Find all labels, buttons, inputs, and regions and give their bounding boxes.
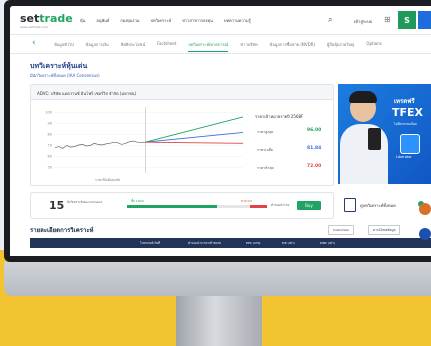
sub-nav-item[interactable]: ข้อมูลการเงิน [86, 41, 109, 52]
y-tick-label: 90 [48, 122, 52, 126]
top-nav-item[interactable]: กองทุนรวม [120, 17, 139, 24]
top-nav-item[interactable]: ข่าวสารการลงทุน [182, 17, 213, 24]
column-header[interactable]: P/BV (เท่า) [320, 241, 335, 246]
site-header: settrade www.settrade.com หุ้น อนุพันธ์ … [10, 6, 431, 35]
target-low-value: 72.00 [307, 164, 322, 169]
target-avg-label: ราคาเฉลี่ย [257, 148, 273, 152]
help-icon[interactable] [419, 228, 431, 240]
chat-bot-icon[interactable] [419, 203, 431, 215]
column-header[interactable]: EPS (บาท) [246, 241, 260, 246]
buy-segment [127, 205, 217, 208]
analysis-table-header: โบรกเกอร์/วันที่ คำแนะนำ/ราคาเป้าหมาย EP… [30, 238, 431, 248]
recommendation-bar [127, 205, 267, 208]
analyst-count: 15 [49, 199, 65, 212]
analyst-summary: 15 นักวิเคราะห์ Recommend ซื้อ 100% ขาย … [30, 192, 334, 219]
settrade-logo[interactable]: settrade [20, 12, 73, 25]
logo-subtext: www.settrade.com [20, 25, 48, 29]
page-subtitle[interactable]: มีนักวิเคราะห์ทั้งหมด (IAA Consensus) [30, 72, 100, 79]
chevron-left-icon[interactable]: ‹ [32, 38, 36, 48]
top-nav-item[interactable]: หุ้น [80, 17, 85, 24]
projection-line [145, 116, 244, 143]
y-tick-label: 80 [48, 133, 52, 137]
projection-line [145, 132, 244, 143]
column-header[interactable]: โบรกเกอร์/วันที่ [140, 241, 160, 246]
sub-nav-item[interactable]: ข้อมูลการซื้อขาย (NVDR) [270, 41, 315, 52]
top-nav: หุ้น อนุพันธ์ กองทุนรวม บทวิเคราะห์ ข่าว… [80, 17, 251, 24]
target-price-title: ราคาเป้าหมายรายปี 2568F [255, 114, 304, 119]
phone-icon [368, 128, 381, 150]
analyst-count-label: นักวิเคราะห์ Recommend [67, 200, 103, 204]
sub-nav-item[interactable]: Options [366, 41, 381, 52]
sub-nav-item[interactable]: สิทธิประโยชน์ [121, 41, 145, 52]
y-tick-label: 50 [48, 166, 52, 170]
ad-line1: เทรดฟรี [394, 98, 415, 105]
sub-nav-item[interactable]: Factsheet [157, 41, 176, 52]
target-low-label: ราคาต่ำสุด [257, 166, 274, 170]
monitor-chin [4, 262, 431, 296]
y-tick-label: 100 [45, 111, 52, 115]
settrade-app-button[interactable]: S [398, 11, 416, 29]
analysis-table-title: รายละเอียดการวิเคราะห์ [30, 227, 94, 234]
liberator-app-icon [400, 134, 420, 154]
page-title: บทวิเคราะห์หุ้นเด่น [30, 62, 88, 70]
table-row [30, 248, 431, 256]
target-high-label: ราคาสูงสุด [257, 130, 274, 134]
y-tick-label: 70 [48, 144, 52, 148]
menu-button[interactable] [418, 11, 431, 29]
ad-person-hair [349, 91, 377, 103]
search-icon[interactable]: ⌕ [328, 15, 338, 25]
target-avg-value: 81.84 [307, 146, 322, 151]
login-link[interactable]: เข้าสู่ระบบ [354, 18, 372, 25]
chart-card-header: ADVC: บริษัท แอดวานซ์ อินโฟร์ เซอร์วิส จ… [31, 85, 333, 100]
projection-line [145, 141, 244, 144]
apps-grid-icon[interactable]: ⊞ [384, 15, 391, 24]
document-icon [344, 198, 356, 212]
x-axis-label: ราคาปิดย้อนหลัง [95, 178, 121, 182]
monitor-stand [176, 296, 262, 346]
top-nav-item[interactable]: บทวิเคราะห์ [151, 17, 172, 24]
column-header[interactable]: P/E (เท่า) [282, 241, 295, 246]
sub-nav-item[interactable]: ข่าวบริษัท [240, 41, 257, 52]
consensus-label: คำแนะนำรวม [271, 203, 290, 207]
buy-percent-label: ซื้อ 100% [131, 199, 145, 203]
ad-line2: TFEX [392, 106, 424, 119]
consensus-badge: Buy [297, 201, 321, 210]
download-button[interactable]: ดาวน์โหลดข้อมูล [368, 225, 401, 235]
price-chart-card: ADVC: บริษัท แอดวานซ์ อินโฟร์ เซอร์วิส จ… [30, 84, 334, 186]
all-analysis-label: ดูบทวิเคราะห์ทั้งหมด [360, 203, 396, 208]
tfex-ad-banner[interactable]: เทรดฟรี TFEX ไม่มีค่าธรรมเนียม Liberator [338, 84, 431, 184]
all-analysis-link[interactable]: ดูบทวิเคราะห์ทั้งหมด [338, 192, 431, 217]
ad-app-label: Liberator [396, 155, 412, 159]
customize-button[interactable]: Customize [328, 225, 354, 235]
y-tick-label: 60 [48, 155, 52, 159]
column-header[interactable]: คำแนะนำ/ราคาเป้าหมาย [188, 241, 221, 246]
top-nav-item[interactable]: อนุพันธ์ [96, 17, 109, 24]
sub-nav: ‹ ข้อมูลทั่วไป ข้อมูลการเงิน สิทธิประโยชน์… [10, 35, 431, 54]
sell-segment [250, 205, 267, 208]
top-nav-item[interactable]: บทความความรู้ [224, 17, 251, 24]
monitor-screen: settrade www.settrade.com หุ้น อนุพันธ์ … [10, 6, 431, 256]
chart-card-heading: ADVC: บริษัท แอดวานซ์ อินโฟร์ เซอร์วิส จ… [37, 91, 137, 96]
sub-nav-item[interactable]: ผู้ถือหุ้นรายใหญ่ [327, 41, 354, 52]
sub-nav-item[interactable]: บทวิเคราะห์/คาดการณ์ [188, 41, 229, 52]
sell-percent-label: ขาย 0% [241, 199, 253, 203]
sub-nav-items: ข้อมูลทั่วไป ข้อมูลการเงิน สิทธิประโยชน์ Fa… [54, 41, 382, 52]
history-line [54, 140, 146, 149]
target-high-value: 96.00 [307, 128, 322, 133]
price-chart: 100 90 80 70 60 50 ราคาปิดย้อนหลัง [45, 107, 244, 182]
ad-line3: ไม่มีค่าธรรมเนียม [394, 122, 417, 126]
sub-nav-item[interactable]: ข้อมูลทั่วไป [54, 41, 74, 52]
